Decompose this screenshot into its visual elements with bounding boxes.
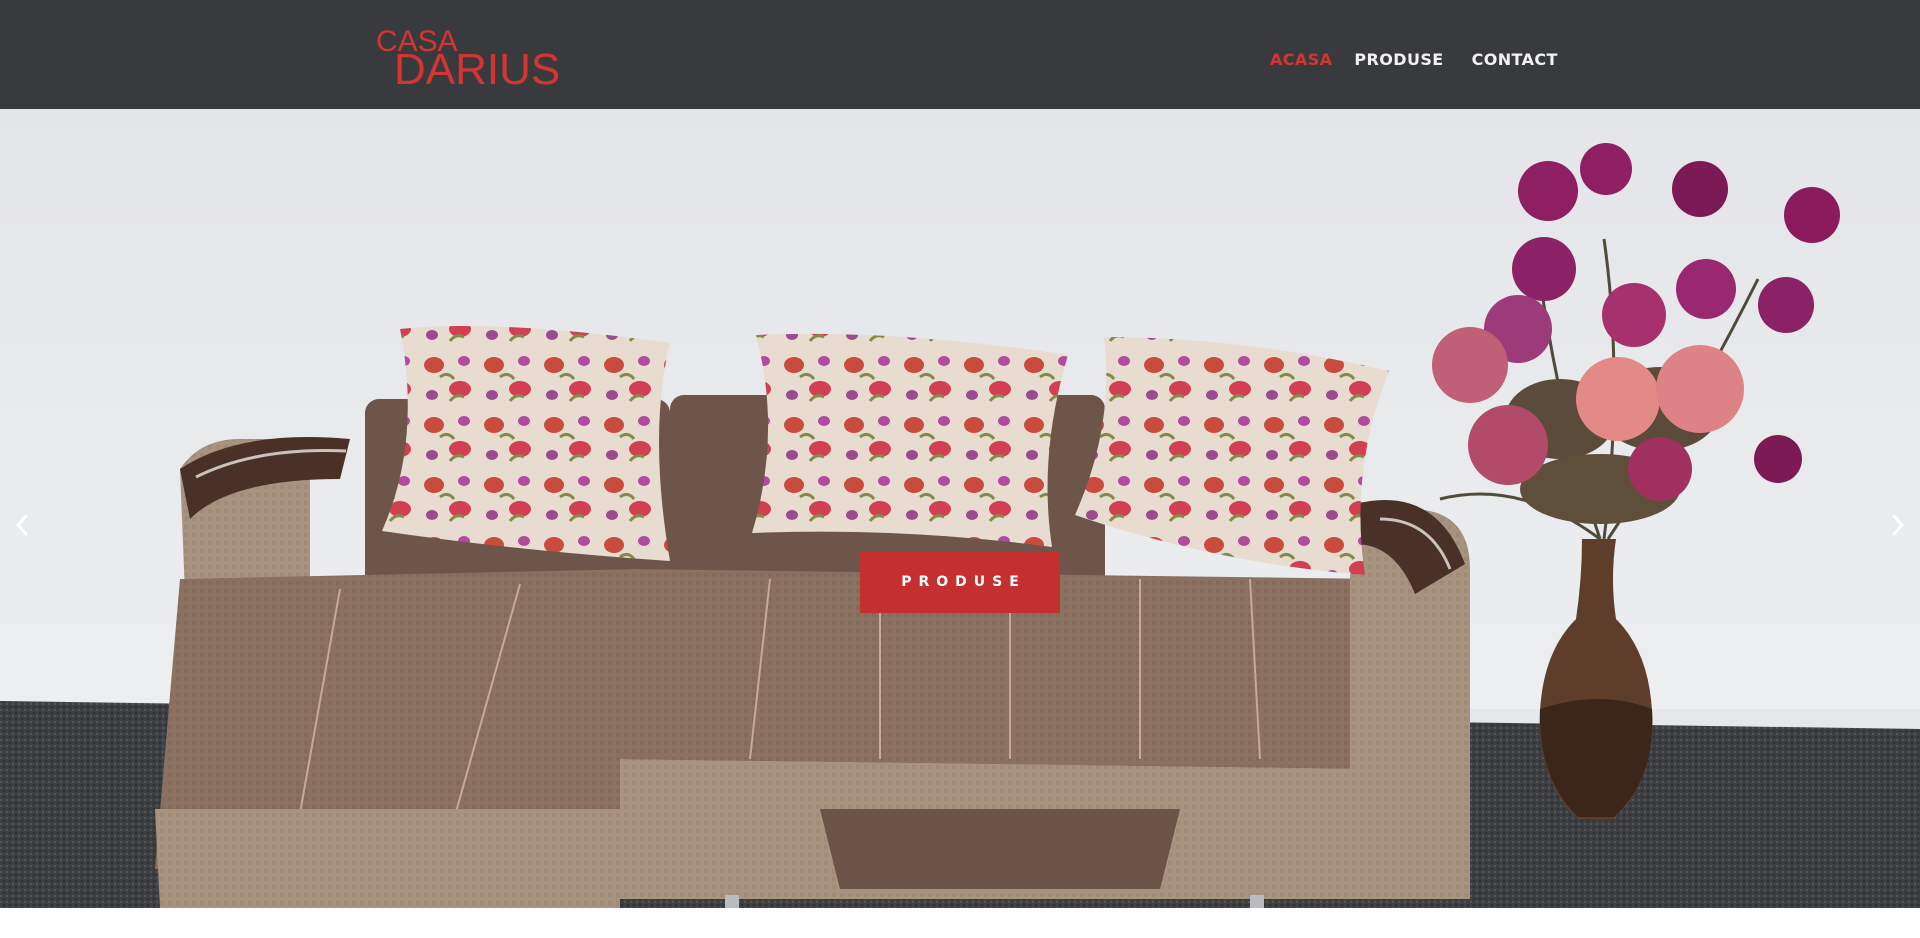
chevron-right-icon [1892,514,1904,536]
nav-link-contact[interactable]: CONTACT [1458,48,1572,72]
slider-next-button[interactable] [1878,505,1918,545]
site-header: CASA DARIUS ACASA PRODUSE CONTACT [0,0,1920,109]
nav-link-produse[interactable]: PRODUSE [1340,48,1457,72]
hero-slide-image [0,109,1920,908]
page-bottom-area [0,908,1920,938]
produse-cta-button[interactable]: PRODUSE [860,551,1060,613]
hero-slider: PRODUSE [0,109,1920,908]
nav-link-acasa[interactable]: ACASA [1262,48,1340,72]
main-navigation: ACASA PRODUSE CONTACT [1262,48,1572,72]
svg-text:DARIUS: DARIUS [394,45,560,86]
logo-graphic: CASA DARIUS [376,25,560,94]
casa-darius-logo[interactable]: CASA DARIUS [374,25,600,94]
slider-prev-button[interactable] [2,505,42,545]
chevron-left-icon [16,514,28,536]
